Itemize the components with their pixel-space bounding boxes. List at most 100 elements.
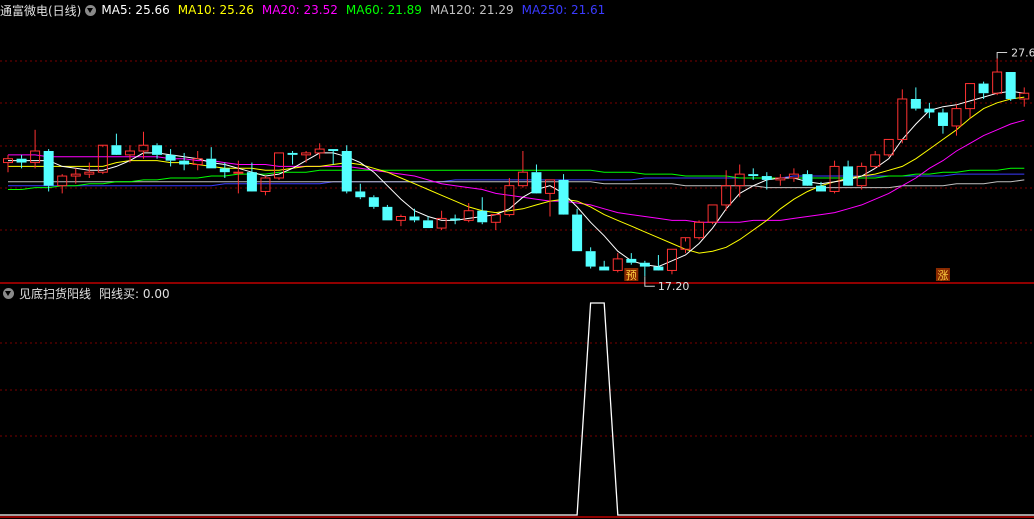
- candle: [382, 204, 393, 221]
- candle-body: [97, 144, 108, 173]
- low-pointer: [644, 276, 655, 287]
- candle: [341, 145, 352, 194]
- candle: [1005, 72, 1016, 101]
- candle-body: [585, 251, 596, 267]
- candle: [206, 147, 217, 169]
- candle: [639, 260, 650, 277]
- candle-body: [558, 179, 569, 215]
- candle: [531, 164, 542, 194]
- candle-body: [748, 174, 759, 177]
- candle-body: [219, 168, 230, 173]
- candle-body: [572, 214, 583, 252]
- candle-body: [870, 154, 881, 167]
- candle-body: [639, 262, 650, 267]
- candle-body: [152, 145, 163, 155]
- candle-body: [368, 197, 379, 207]
- chevron-down-icon[interactable]: [3, 287, 14, 299]
- candle-body: [395, 216, 406, 221]
- candle-body: [328, 149, 339, 151]
- candle: [910, 87, 921, 111]
- candle: [43, 149, 54, 192]
- candle-body: [653, 266, 664, 271]
- ma-legend-4: MA120: 21.29: [429, 3, 514, 17]
- candle-body: [450, 218, 461, 221]
- candle-body: [897, 98, 908, 140]
- candle-body: [721, 185, 732, 206]
- ma-legend-2: MA20: 23.52: [261, 3, 338, 17]
- chevron-down-icon[interactable]: [85, 4, 97, 16]
- candle: [260, 176, 271, 196]
- marker-yu: 预: [626, 269, 637, 282]
- marker-zhang: 涨: [937, 269, 948, 282]
- candle-body: [70, 173, 81, 177]
- high-label: 27.60: [1011, 47, 1034, 60]
- sub-title: 见底扫货阳线: [19, 286, 92, 301]
- candle-body: [84, 171, 95, 175]
- candle: [734, 164, 745, 198]
- candle-body: [179, 160, 190, 165]
- candle-body: [978, 83, 989, 94]
- candle: [612, 253, 623, 273]
- candle: [3, 154, 13, 173]
- candle-body: [287, 152, 298, 155]
- candle-body: [16, 158, 27, 163]
- candle-body: [355, 191, 366, 198]
- candle-body: [802, 174, 813, 186]
- candle: [585, 247, 596, 269]
- candle-body: [165, 154, 176, 161]
- ma-legend-3: MA60: 21.89: [345, 3, 422, 17]
- candle-body: [626, 258, 637, 263]
- candle: [558, 174, 569, 215]
- candle-body: [206, 158, 217, 169]
- candle-body: [1005, 72, 1016, 99]
- candle-body: [423, 220, 434, 229]
- candle: [775, 174, 786, 186]
- candle: [937, 108, 948, 134]
- ma-line-ma120: [8, 179, 1025, 189]
- ma-legend: MA5: 25.66 MA10: 25.26 MA20: 23.52 MA60: 21…: [101, 3, 613, 17]
- candle-body: [1019, 92, 1030, 100]
- candle: [409, 208, 420, 223]
- candle: [626, 253, 637, 265]
- candle-body: [314, 148, 325, 154]
- ma-line-ma60: [8, 167, 1025, 190]
- candle: [368, 195, 379, 209]
- candle-body: [517, 171, 528, 187]
- signal-line: [0, 302, 1034, 516]
- candle-body: [910, 98, 921, 109]
- candle-body: [599, 266, 610, 271]
- candle-body: [477, 210, 488, 223]
- candle-body: [341, 151, 352, 192]
- candle: [802, 170, 813, 186]
- candle: [450, 214, 461, 225]
- candle: [179, 152, 190, 171]
- candle-body: [124, 150, 135, 156]
- candle: [57, 174, 68, 194]
- candle: [599, 260, 610, 271]
- sub-value: 阳线买: 0.00: [99, 286, 170, 301]
- candle: [924, 102, 935, 119]
- candle-body: [707, 204, 718, 223]
- candle-body: [992, 71, 1003, 94]
- candle-body: [111, 145, 122, 155]
- candle-body: [246, 172, 257, 192]
- candle: [328, 149, 339, 165]
- candle: [477, 197, 488, 225]
- ma-legend-1: MA10: 25.26: [177, 3, 254, 17]
- ma-line-ma20: [8, 119, 1025, 223]
- candle-body: [734, 173, 745, 187]
- candle-body: [612, 258, 623, 271]
- candle-body: [965, 83, 976, 110]
- candle: [951, 104, 962, 136]
- candle-body: [883, 138, 894, 156]
- candle-body: [382, 206, 393, 221]
- candle-body: [843, 166, 854, 186]
- candle: [111, 133, 122, 155]
- candle: [355, 183, 366, 200]
- candle: [572, 208, 583, 252]
- ma-legend-5: MA250: 21.61: [521, 3, 606, 17]
- candle-body: [951, 108, 962, 127]
- high-pointer: [996, 52, 1008, 59]
- candle: [395, 214, 406, 227]
- main-title: 通富微电(日线): [0, 3, 82, 18]
